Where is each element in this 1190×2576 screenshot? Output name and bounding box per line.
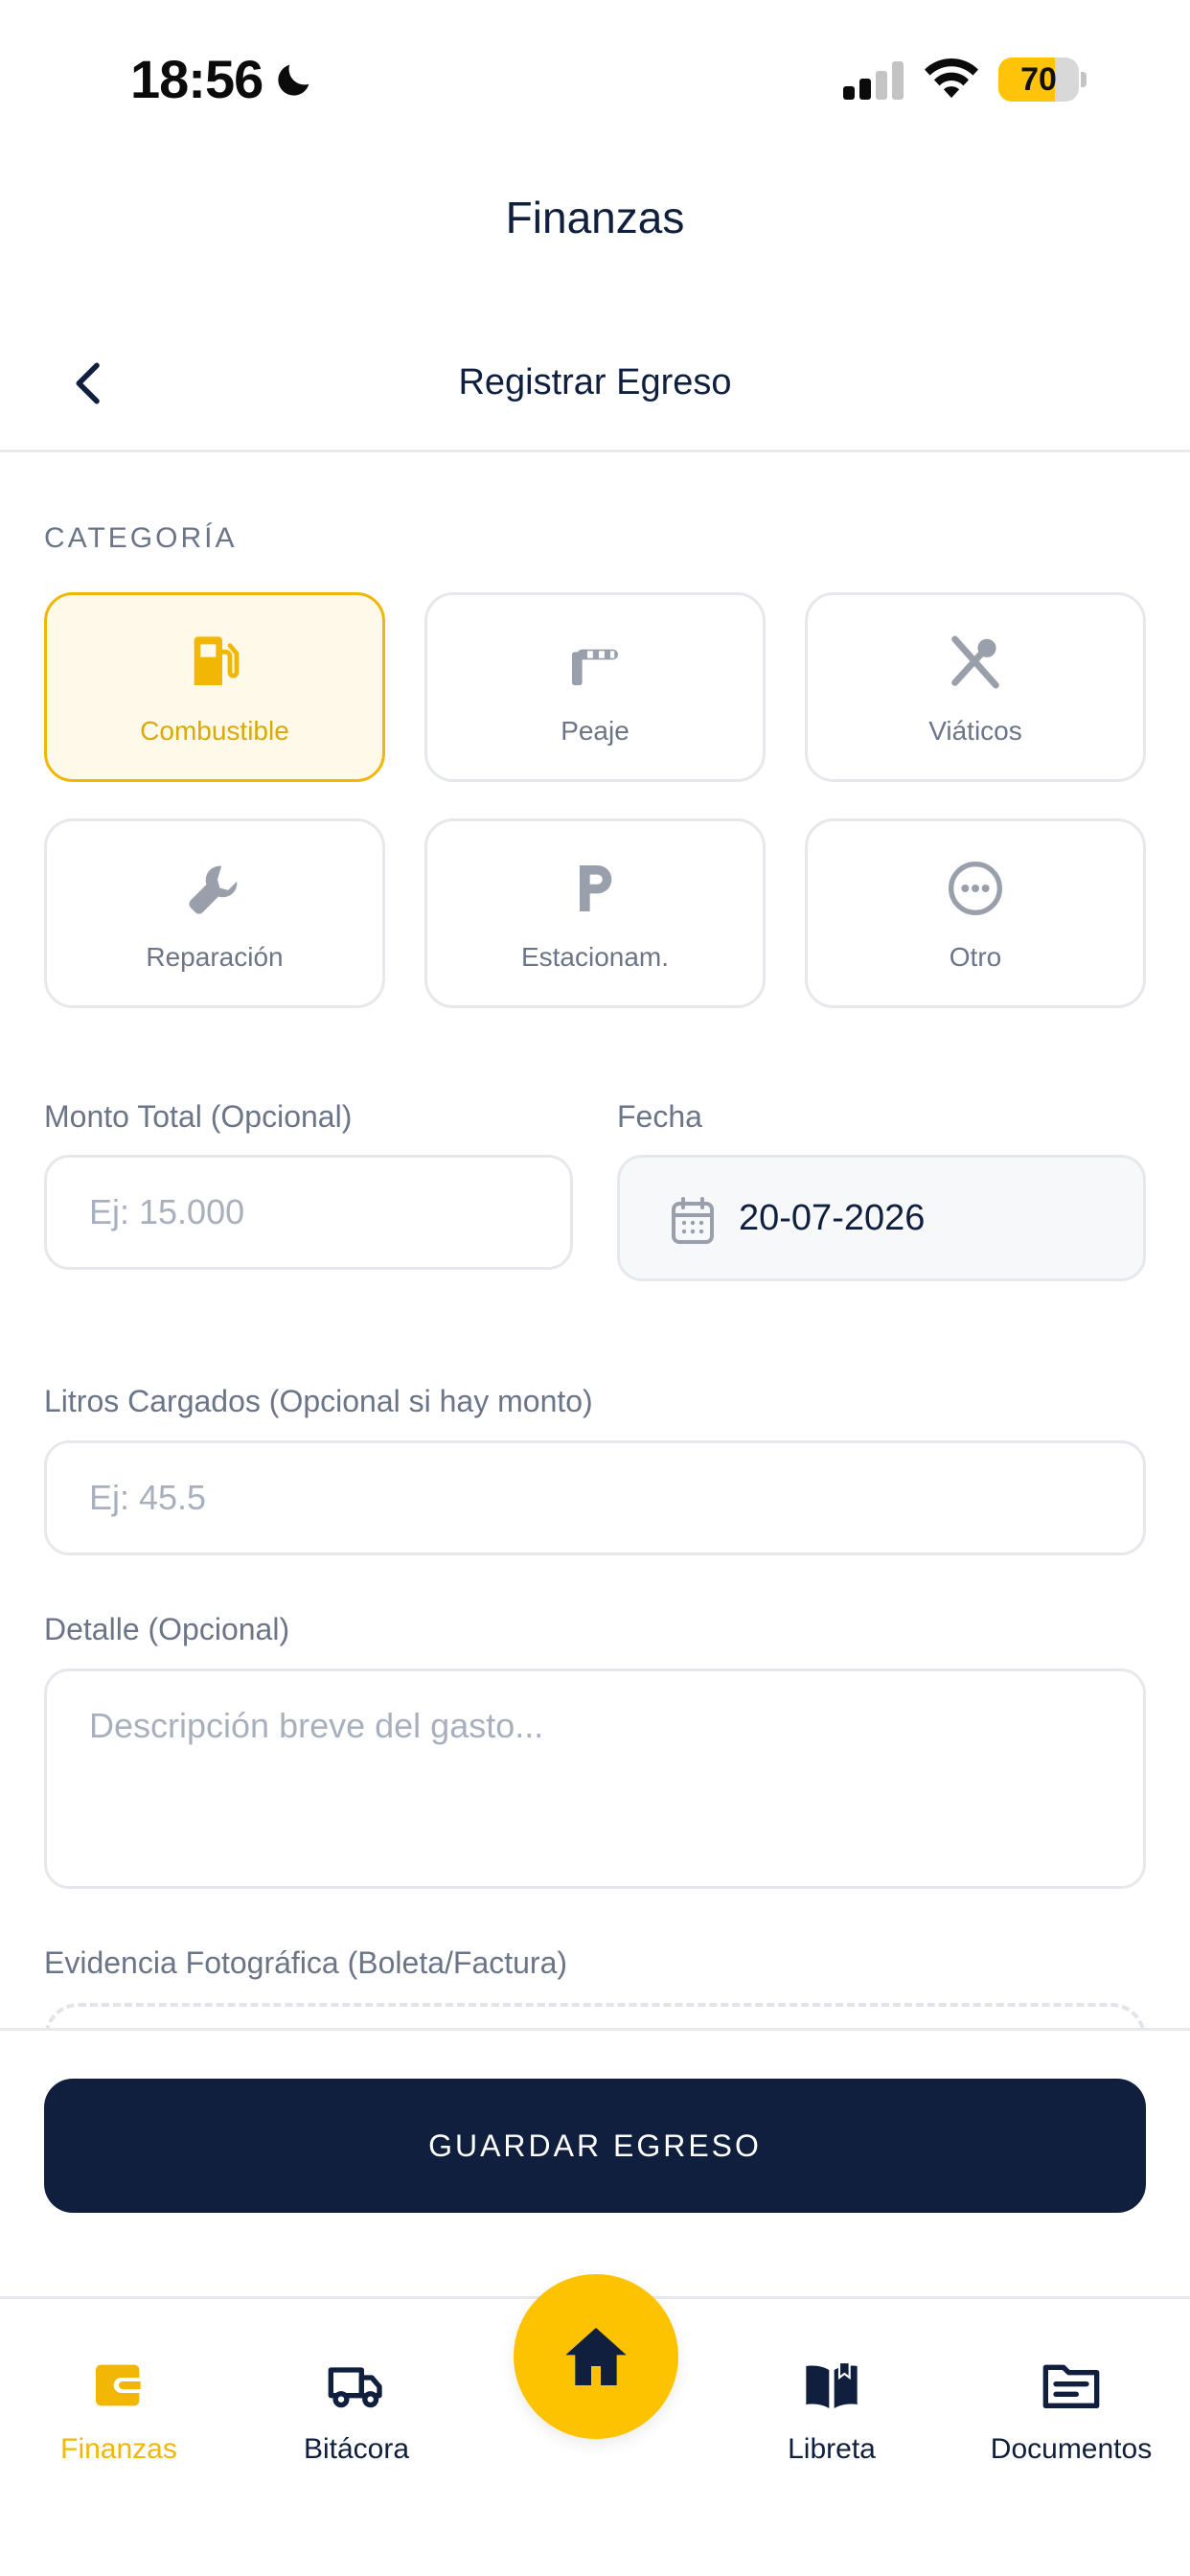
bottom-nav: Finanzas Bitácora Libreta Documentos (0, 2274, 1190, 2576)
category-reparacion[interactable]: Reparación (44, 818, 385, 1008)
home-button[interactable] (514, 2274, 678, 2439)
date-label: Fecha (617, 1099, 702, 1134)
nav-item-finanzas[interactable]: Finanzas (0, 2355, 238, 2498)
nav-item-bitacora[interactable]: Bitácora (238, 2355, 475, 2498)
status-bar: 18:56 70 (0, 0, 1190, 163)
wrench-icon (189, 865, 238, 914)
category-label-reparacion: Reparación (146, 942, 284, 972)
category-viaticos[interactable]: Viáticos (805, 592, 1146, 782)
action-bar: GUARDAR EGRESO (0, 2028, 1190, 2296)
date-picker[interactable]: 20-07-2026 (617, 1155, 1146, 1281)
truck-icon (328, 2367, 382, 2408)
detail-label: Detalle (Opcional) (44, 1612, 290, 1646)
calendar-icon (672, 1197, 714, 1244)
save-expense-button[interactable]: GUARDAR EGRESO (44, 2079, 1146, 2213)
wifi-icon (925, 58, 978, 99)
toll-barrier-icon (572, 649, 618, 685)
category-label-combustible: Combustible (140, 716, 289, 746)
liters-label: Litros Cargados (Opcional si hay monto) (44, 1384, 593, 1418)
utensils-icon (951, 635, 999, 689)
nav-item-libreta[interactable]: Libreta (713, 2355, 950, 2498)
category-combustible[interactable]: Combustible (44, 592, 385, 782)
parking-icon (580, 865, 612, 911)
category-estacionamiento[interactable]: Estacionam. (424, 818, 766, 1008)
nav-label-documentos: Documentos (990, 2433, 1153, 2465)
nav-item-documentos[interactable]: Documentos (952, 2355, 1190, 2498)
category-otro[interactable]: Otro (805, 818, 1146, 1008)
fuel-pump-icon (194, 636, 240, 685)
category-label-otro: Otro (949, 942, 1002, 972)
signal-icon (843, 61, 904, 100)
category-label: CATEGORÍA (44, 522, 238, 554)
category-label-peaje: Peaje (561, 716, 629, 746)
moon-icon (278, 64, 309, 96)
book-icon (806, 2360, 858, 2408)
nav-label-finanzas: Finanzas (60, 2433, 177, 2465)
wallet-icon (96, 2364, 145, 2406)
battery-level: 70 (1020, 61, 1057, 98)
amount-input[interactable] (44, 1155, 573, 1270)
category-label-estacionamiento: Estacionam. (520, 942, 670, 972)
amount-label: Monto Total (Opcional) (44, 1099, 353, 1134)
nav-label-bitacora: Bitácora (303, 2433, 410, 2465)
evidence-label: Evidencia Fotográfica (Boleta/Factura) (44, 1945, 568, 1980)
page-title: Registrar Egreso (458, 362, 732, 402)
category-peaje[interactable]: Peaje (424, 592, 766, 782)
battery-indicator: 70 (998, 58, 1087, 102)
app-title: Finanzas (505, 193, 685, 242)
detail-textarea[interactable] (44, 1668, 1146, 1889)
liters-input[interactable] (44, 1440, 1146, 1555)
home-icon (565, 2328, 627, 2385)
more-circle-icon (949, 862, 1002, 915)
page-header: Registrar Egreso (0, 326, 1190, 452)
status-time: 18:56 (130, 49, 263, 109)
nav-label-libreta: Libreta (788, 2433, 876, 2465)
date-value: 20-07-2026 (739, 1198, 926, 1238)
category-label-viaticos: Viáticos (928, 716, 1022, 746)
document-icon (1042, 2364, 1100, 2408)
